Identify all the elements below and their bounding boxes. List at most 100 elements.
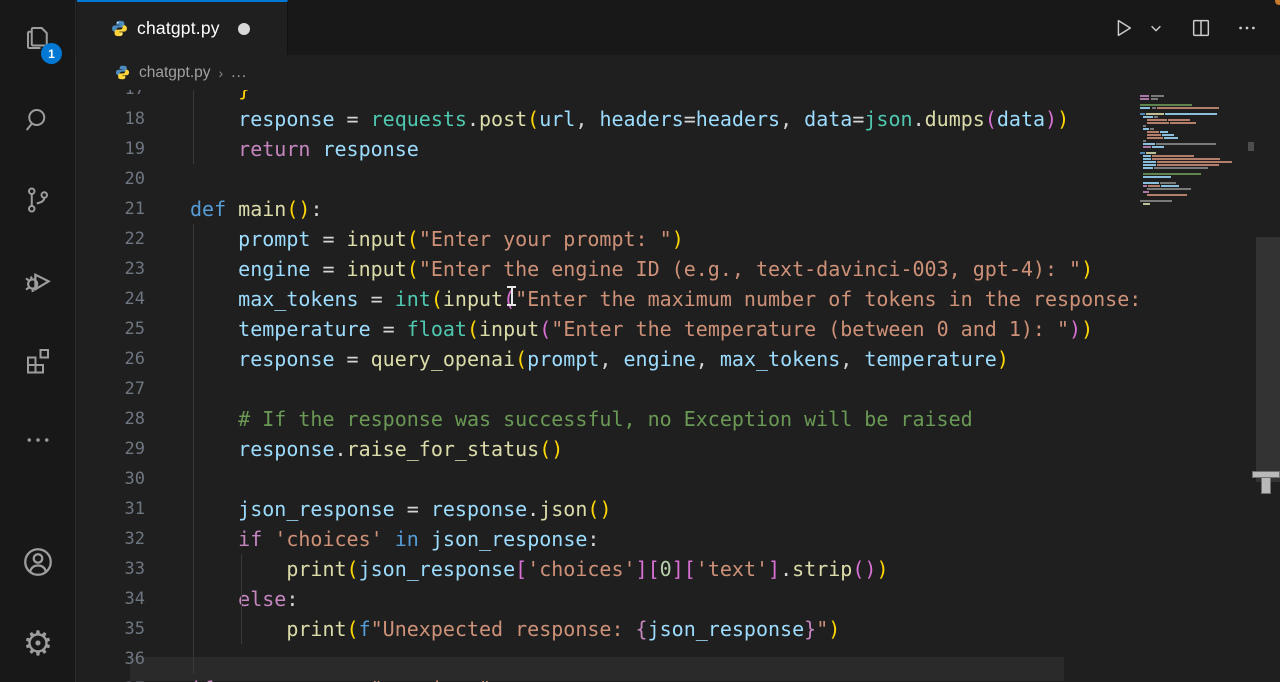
code-line[interactable]: 27 <box>76 374 1140 404</box>
mouse-ibeam-cursor <box>506 286 517 306</box>
breadcrumb-separator-icon: › <box>219 65 224 81</box>
token: requests <box>371 107 467 131</box>
line-number[interactable]: 20 <box>76 164 145 194</box>
sidebar-item-source-control[interactable] <box>0 168 76 232</box>
token: ) <box>672 227 684 251</box>
token: { <box>636 617 648 641</box>
token: , <box>840 347 864 371</box>
token: ) <box>1081 257 1093 281</box>
line-number[interactable]: 34 <box>76 584 145 614</box>
token: == <box>322 677 370 682</box>
code-line[interactable]: 19 return response <box>76 134 1140 164</box>
tab-chatgpt-py[interactable]: chatgpt.py <box>77 0 288 55</box>
token: . <box>467 107 479 131</box>
code-text: response = query_openai(prompt, engine, … <box>190 344 1009 374</box>
token: , <box>599 347 623 371</box>
sidebar-item-explorer[interactable]: 1 <box>0 6 76 70</box>
token <box>190 497 238 521</box>
code-line[interactable]: 18 response = requests.post(url, headers… <box>76 104 1140 134</box>
token: temperature <box>238 317 370 341</box>
token: temperature <box>864 347 996 371</box>
split-editor-button[interactable] <box>1186 13 1216 43</box>
token: headers <box>599 107 683 131</box>
code-line[interactable]: 22 prompt = input("Enter your prompt: ") <box>76 224 1140 254</box>
breadcrumb-symbol[interactable]: ... <box>231 64 247 82</box>
breadcrumb-file[interactable]: chatgpt.py <box>139 64 211 82</box>
vscode-window: 1 <box>0 0 1280 682</box>
token: response <box>322 137 418 161</box>
token: engine <box>238 257 310 281</box>
scrollbar-thumb[interactable] <box>1256 237 1280 482</box>
code-line[interactable]: 29 response.raise_for_status() <box>76 434 1140 464</box>
code-line[interactable]: 35 print(f"Unexpected response: {json_re… <box>76 614 1140 644</box>
code-line[interactable]: 23 engine = input("Enter the engine ID (… <box>76 254 1140 284</box>
code-line[interactable]: 21 def main(): <box>76 194 1140 224</box>
more-views-button[interactable] <box>0 408 76 472</box>
code-line[interactable]: 36 <box>76 644 1140 674</box>
line-number[interactable]: 23 <box>76 254 145 284</box>
line-number[interactable]: 36 <box>76 644 145 674</box>
token: } <box>804 617 816 641</box>
token: f <box>359 617 371 641</box>
line-number[interactable]: 31 <box>76 494 145 524</box>
minimap[interactable] <box>1140 95 1252 677</box>
code-line[interactable]: 25 temperature = float(input("Enter the … <box>76 314 1140 344</box>
line-number[interactable]: 18 <box>76 104 145 134</box>
code-line[interactable]: 31 json_response = response.json() <box>76 494 1140 524</box>
token <box>190 137 238 161</box>
account-button[interactable] <box>0 530 76 594</box>
line-number[interactable]: 21 <box>76 194 145 224</box>
tab-bar: chatgpt.py <box>76 0 1280 55</box>
sidebar-item-run-debug[interactable] <box>0 248 76 312</box>
token <box>190 90 238 101</box>
token: response <box>431 497 527 521</box>
code-line[interactable]: 30 <box>76 464 1140 494</box>
code-line[interactable]: 34 else: <box>76 584 1140 614</box>
token: = <box>335 107 371 131</box>
line-number[interactable]: 22 <box>76 224 145 254</box>
code-line[interactable]: 17 } <box>76 90 1140 104</box>
line-number[interactable]: 35 <box>76 614 145 644</box>
code-line[interactable]: 28 # If the response was successful, no … <box>76 404 1140 434</box>
token: "Enter your prompt: " <box>419 227 672 251</box>
line-number[interactable]: 27 <box>76 374 145 404</box>
scrollbar <box>1256 90 1280 682</box>
token: : <box>587 527 599 551</box>
code-line[interactable]: 32 if 'choices' in json_response: <box>76 524 1140 554</box>
line-number[interactable]: 30 <box>76 464 145 494</box>
run-python-file-button[interactable] <box>1108 13 1138 43</box>
line-number[interactable]: 26 <box>76 344 145 374</box>
settings-button[interactable]: ⚙ <box>0 612 76 676</box>
run-debug-icon <box>22 264 54 296</box>
code-line[interactable]: 37if __name__ == "__main__": <box>76 674 1140 682</box>
more-actions-button[interactable] <box>1232 13 1262 43</box>
code-line[interactable]: 24 max_tokens = int(input("Enter the max… <box>76 284 1140 314</box>
line-number[interactable]: 24 <box>76 284 145 314</box>
line-number[interactable]: 19 <box>76 134 145 164</box>
line-number[interactable]: 28 <box>76 404 145 434</box>
token: input <box>443 287 503 311</box>
token: ( <box>587 497 599 521</box>
editor-group: chatgpt.py <box>76 0 1280 682</box>
code-area[interactable]: 17 }18 response = requests.post(url, hea… <box>76 90 1140 682</box>
sidebar-item-search[interactable] <box>0 88 76 152</box>
code-text: } <box>190 90 250 104</box>
line-number[interactable]: 33 <box>76 554 145 584</box>
modified-dot-icon[interactable] <box>238 23 250 35</box>
line-number[interactable]: 32 <box>76 524 145 554</box>
sidebar-item-extensions[interactable] <box>0 328 76 392</box>
code-line[interactable]: 20 <box>76 164 1140 194</box>
line-number[interactable]: 25 <box>76 314 145 344</box>
token: ) <box>1045 107 1057 131</box>
line-number[interactable]: 17 <box>76 90 145 104</box>
code-text: def main(): <box>190 194 322 224</box>
run-dropdown-button[interactable] <box>1146 13 1166 43</box>
code-text: max_tokens = int(input("Enter the maximu… <box>190 284 1140 314</box>
code-line[interactable]: 26 response = query_openai(prompt, engin… <box>76 344 1140 374</box>
token: query_openai <box>371 347 516 371</box>
gear-icon: ⚙ <box>23 627 53 661</box>
token: print <box>286 617 346 641</box>
code-line[interactable]: 33 print(json_response['choices'][0]['te… <box>76 554 1140 584</box>
line-number[interactable]: 37 <box>76 674 145 682</box>
line-number[interactable]: 29 <box>76 434 145 464</box>
